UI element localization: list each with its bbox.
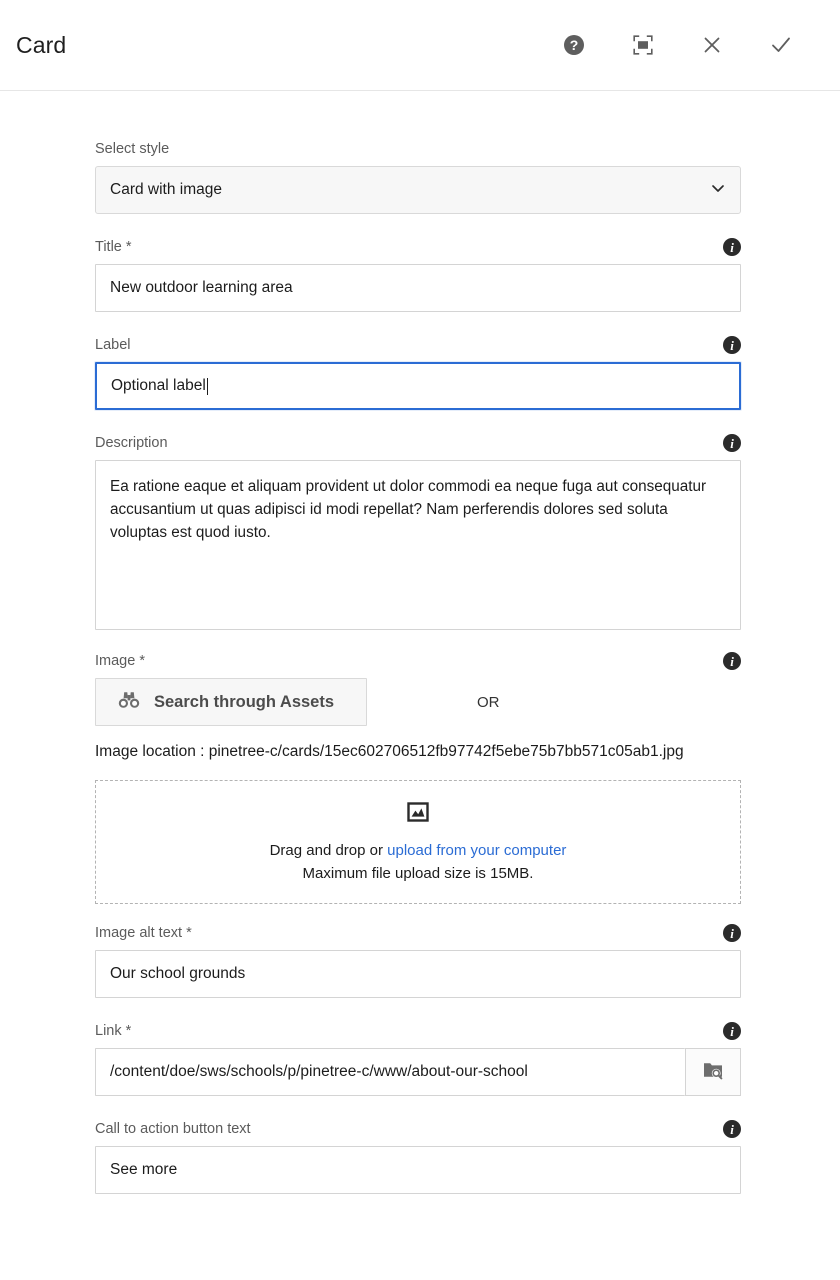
or-separator-text: OR bbox=[477, 693, 500, 711]
cta-input[interactable]: See more bbox=[95, 1146, 741, 1194]
field-label: Label i Optional label bbox=[95, 334, 741, 410]
info-icon-link[interactable]: i bbox=[723, 1022, 741, 1040]
select-style-dropdown[interactable]: Card with image bbox=[95, 166, 741, 214]
upload-from-computer-link[interactable]: upload from your computer bbox=[387, 842, 566, 859]
info-icon-label[interactable]: i bbox=[723, 336, 741, 354]
page-title: Card bbox=[16, 31, 67, 58]
description-label: Description bbox=[95, 435, 168, 451]
dropzone-size-limit-text: Maximum file upload size is 15MB. bbox=[302, 864, 534, 882]
card-label-input[interactable]: Optional label bbox=[95, 362, 741, 410]
link-input-value: /content/doe/sws/schools/p/pinetree-c/ww… bbox=[110, 1063, 528, 1080]
svg-text:?: ? bbox=[570, 37, 579, 53]
search-through-assets-button[interactable]: Search through Assets bbox=[95, 678, 367, 726]
image-alt-label: Image alt text * bbox=[95, 925, 192, 941]
select-style-label: Select style bbox=[95, 141, 170, 157]
image-placeholder-icon bbox=[406, 800, 430, 829]
image-dropzone[interactable]: Drag and drop or upload from your comput… bbox=[95, 780, 741, 904]
image-alt-input-value: Our school grounds bbox=[110, 965, 246, 982]
dropzone-prefix-text: Drag and drop or bbox=[269, 841, 388, 859]
field-link: Link * i /content/doe/sws/schools/p/pine… bbox=[95, 1020, 741, 1096]
card-form: Select style Card with image Title * i N… bbox=[0, 91, 840, 1194]
search-through-assets-label: Search through Assets bbox=[154, 692, 335, 711]
title-input[interactable]: New outdoor learning area bbox=[95, 264, 741, 312]
card-label-input-value: Optional label bbox=[111, 377, 206, 394]
info-icon-description[interactable]: i bbox=[723, 434, 741, 452]
browse-path-button[interactable] bbox=[685, 1048, 741, 1096]
field-cta-text: Call to action button text i See more bbox=[95, 1118, 741, 1194]
dialog-header: Card ? bbox=[0, 0, 840, 90]
cta-label: Call to action button text bbox=[95, 1121, 251, 1137]
title-label: Title * bbox=[95, 239, 132, 255]
info-icon-title[interactable]: i bbox=[723, 238, 741, 256]
confirm-check-icon[interactable] bbox=[766, 30, 796, 60]
text-cursor bbox=[206, 377, 208, 395]
field-select-style: Select style Card with image bbox=[95, 138, 741, 214]
select-style-value: Card with image bbox=[110, 181, 222, 198]
link-input[interactable]: /content/doe/sws/schools/p/pinetree-c/ww… bbox=[95, 1048, 685, 1096]
link-input-group: /content/doe/sws/schools/p/pinetree-c/ww… bbox=[95, 1048, 741, 1096]
image-location-text: Image location : pinetree-c/cards/15ec60… bbox=[95, 743, 684, 760]
image-source-row: Search through Assets OR bbox=[95, 678, 741, 726]
info-icon-image-alt[interactable]: i bbox=[723, 924, 741, 942]
description-textarea-value: Ea ratione eaque et aliquam provident ut… bbox=[110, 478, 707, 541]
chevron-down-icon bbox=[710, 180, 726, 201]
help-icon[interactable]: ? bbox=[559, 30, 589, 60]
dropzone-primary-line: Drag and drop or upload from your comput… bbox=[270, 839, 567, 862]
image-label: Image * bbox=[95, 653, 145, 669]
field-image: Image * i Search through Assets OR Image… bbox=[95, 650, 741, 904]
info-icon-cta[interactable]: i bbox=[723, 1120, 741, 1138]
fullscreen-icon[interactable] bbox=[628, 30, 658, 60]
image-alt-input[interactable]: Our school grounds bbox=[95, 950, 741, 998]
close-icon[interactable] bbox=[697, 30, 727, 60]
binoculars-icon bbox=[118, 691, 140, 714]
field-image-alt-text: Image alt text * i Our school grounds bbox=[95, 922, 741, 998]
card-label-label: Label bbox=[95, 337, 131, 353]
header-actions: ? bbox=[559, 30, 796, 60]
cta-input-value: See more bbox=[110, 1161, 178, 1178]
info-icon-image[interactable]: i bbox=[723, 652, 741, 670]
folder-search-icon bbox=[701, 1058, 725, 1087]
field-title: Title * i New outdoor learning area bbox=[95, 236, 741, 312]
description-textarea[interactable]: Ea ratione eaque et aliquam provident ut… bbox=[95, 460, 741, 630]
link-label: Link * bbox=[95, 1023, 132, 1039]
field-description: Description i Ea ratione eaque et aliqua… bbox=[95, 432, 741, 630]
title-input-value: New outdoor learning area bbox=[110, 279, 293, 296]
